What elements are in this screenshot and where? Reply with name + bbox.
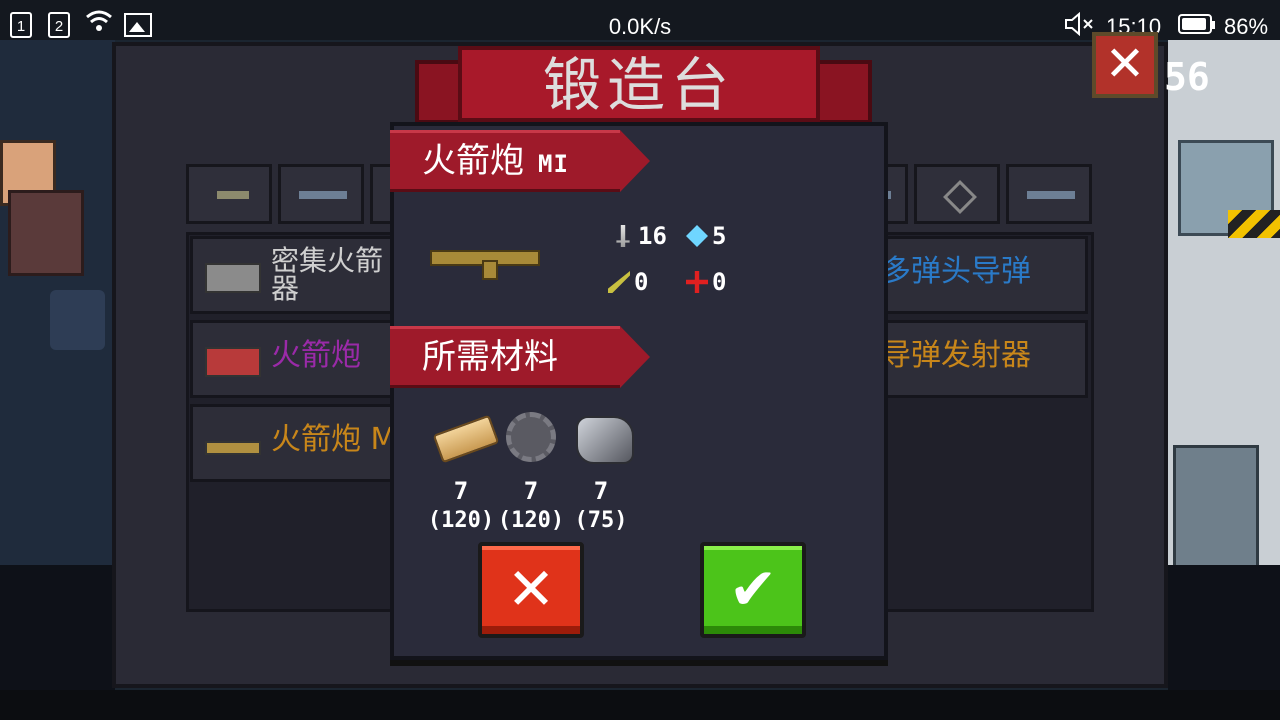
chair-sprite — [8, 190, 84, 276]
list-item-label: 火箭炮 M — [271, 422, 397, 457]
energy-stat: 5 — [686, 222, 726, 250]
list-item[interactable]: 多弹头导弹 — [870, 236, 1088, 314]
forge-detail-dialog: 火箭炮 MI 16 5 0 0 所需材料 7 (120) 7 (120) 7 (7… — [390, 122, 888, 660]
sword-icon — [616, 225, 630, 247]
tab-fish[interactable] — [1006, 164, 1092, 224]
rifle-icon — [299, 191, 347, 199]
ore-owned: (75) — [574, 508, 628, 533]
status-bar: 1 2 0.0K/s 15:10 86% — [0, 0, 1280, 50]
rocket-launcher-sprite — [430, 238, 540, 280]
dense-rocket-icon — [205, 263, 261, 293]
list-item[interactable]: 火箭炮 M — [190, 404, 410, 482]
diamond-icon — [943, 180, 977, 214]
materials-ribbon: 所需材料 — [390, 326, 650, 388]
weapon-name: 火箭炮 — [422, 141, 524, 181]
wood-icon — [432, 414, 500, 464]
gear-icon — [506, 412, 556, 462]
crit-stat: 0 — [608, 268, 648, 296]
tab-rifle[interactable] — [278, 164, 364, 224]
ore-count: 7 (75) — [566, 476, 636, 536]
damage-stat: 16 — [612, 222, 667, 250]
materials-heading: 所需材料 — [422, 337, 558, 377]
fish-icon — [1027, 191, 1075, 199]
weapon-tag: MI — [538, 150, 569, 178]
score-fragment: 56 — [1164, 55, 1210, 99]
energy-value: 5 — [712, 222, 727, 250]
title-ribbon-right — [816, 60, 872, 124]
ore-required: 7 — [593, 477, 609, 505]
gear-count: 7 (120) — [496, 476, 566, 536]
list-item-label: 多弹头导弹 — [881, 254, 1031, 289]
list-item-label: 导弹发射器 — [881, 338, 1031, 373]
close-forge-button[interactable]: ✕ — [1092, 32, 1158, 98]
battery-icon — [1178, 14, 1215, 34]
cancel-button[interactable]: ✕ — [478, 542, 584, 638]
forge-title-banner: 锻造台 — [458, 46, 820, 122]
crit-value: 0 — [634, 268, 649, 296]
list-item-label: 密集火箭 器 — [271, 244, 384, 305]
pistol-icon — [217, 191, 249, 199]
tab-misc[interactable] — [914, 164, 1000, 224]
battery-percent: 86% — [1224, 14, 1269, 39]
rocket-launcher-m1-icon — [205, 441, 261, 455]
hazard-stripe — [1228, 210, 1280, 238]
gear-required: 7 — [523, 477, 539, 505]
energy-gem-icon — [686, 225, 708, 247]
weapon-grip — [482, 260, 498, 280]
wood-required: 7 — [453, 477, 469, 505]
list-item[interactable]: 导弹发射器 — [870, 320, 1088, 398]
bottom-strip — [0, 690, 1280, 720]
desk-sprite — [1173, 445, 1259, 571]
accuracy-value: 0 — [712, 268, 727, 296]
weapon-name-ribbon: 火箭炮 MI — [390, 130, 650, 192]
crosshair-icon — [686, 271, 708, 293]
damage-value: 16 — [638, 222, 667, 250]
accuracy-stat: 0 — [686, 268, 726, 296]
confirm-button[interactable]: ✔ — [700, 542, 806, 638]
right-room — [1168, 40, 1280, 571]
wood-count: 7 (120) — [426, 476, 496, 536]
list-item-label: 火箭炮 — [271, 338, 361, 373]
forge-title: 锻造台 — [542, 51, 735, 119]
left-room — [0, 40, 115, 570]
list-item[interactable]: 密集火箭 器 — [190, 236, 410, 314]
tab-pistol[interactable] — [186, 164, 272, 224]
gear-owned: (120) — [497, 508, 565, 533]
crit-knife-icon — [608, 271, 630, 293]
wood-owned: (120) — [427, 508, 495, 533]
rocket-launcher-icon — [205, 347, 261, 377]
flask-sprite — [50, 290, 105, 350]
ore-icon — [576, 416, 634, 464]
list-item[interactable]: 火箭炮 — [190, 320, 410, 398]
